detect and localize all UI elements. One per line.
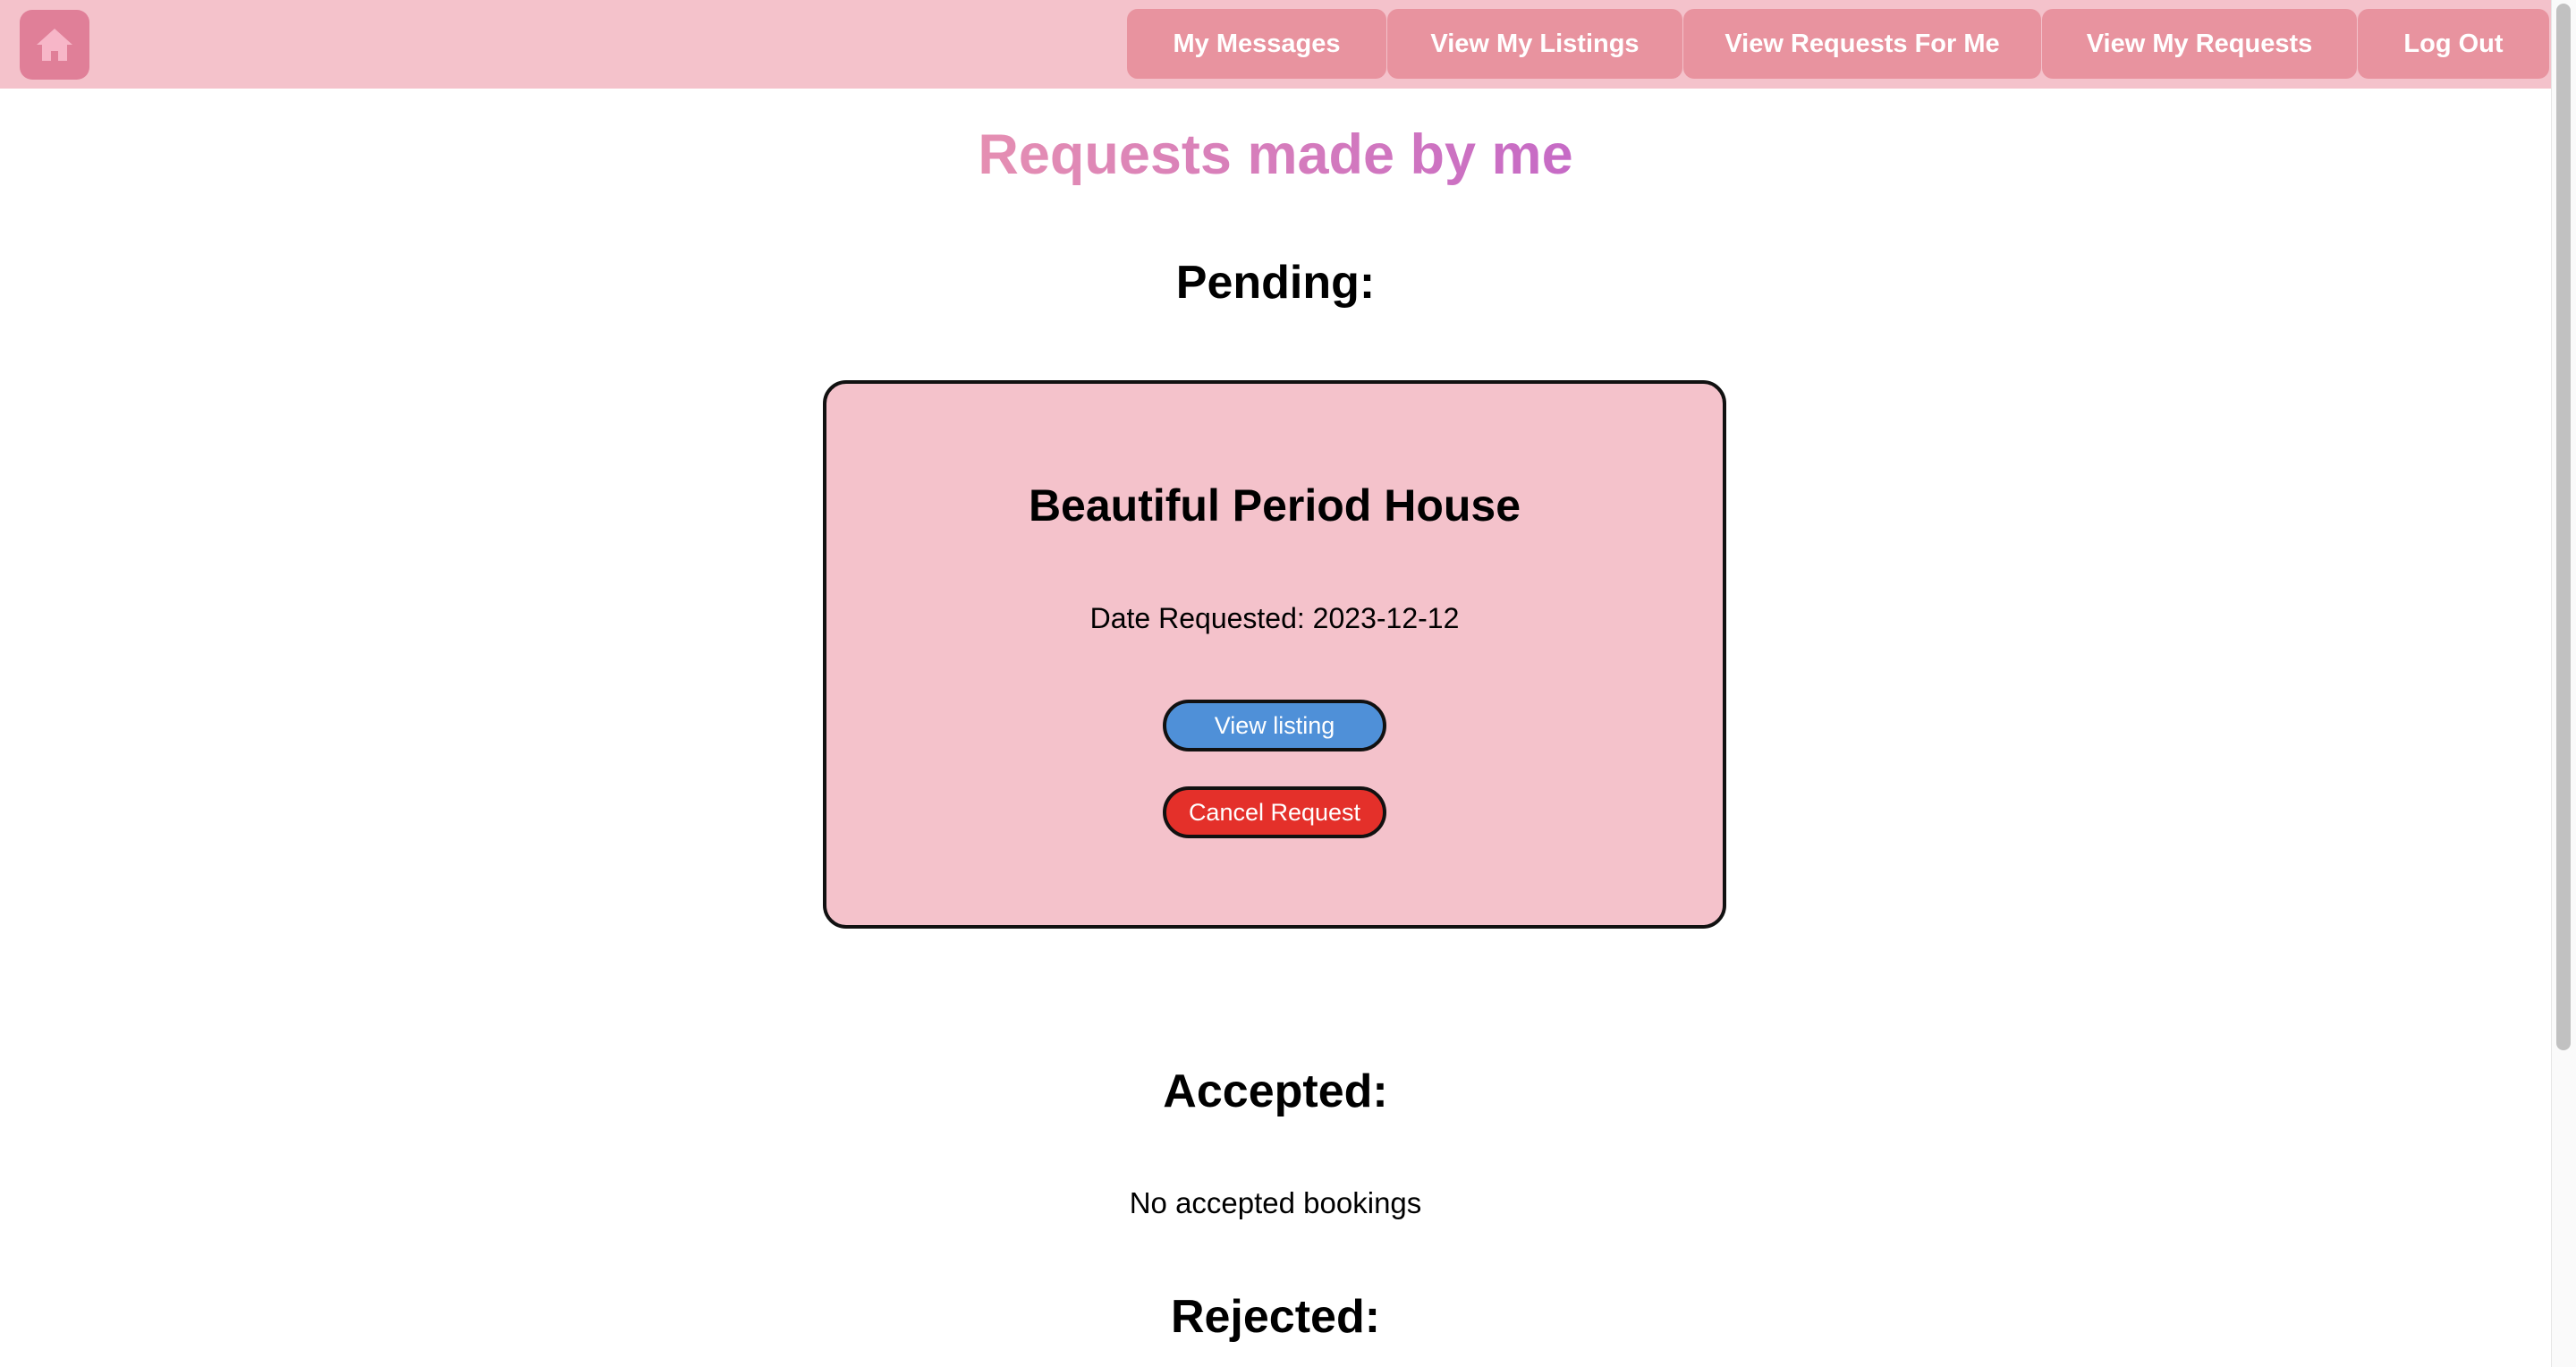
date-requested: Date Requested: 2023-12-12 (826, 600, 1723, 636)
page-viewport: My Messages View My Listings View Reques… (0, 0, 2551, 1367)
accepted-heading: Accepted: (1163, 1066, 1388, 1117)
home-icon (37, 29, 72, 61)
pending-heading: Pending: (1175, 257, 1376, 309)
cancel-request-button[interactable]: Cancel Request (1163, 786, 1386, 838)
rejected-heading: Rejected: (1170, 1291, 1381, 1343)
page-title: Requests made by me (0, 119, 2551, 191)
request-card: Beautiful Period House Date Requested: 2… (823, 380, 1726, 929)
nav-view-requests-for-me-button[interactable]: View Requests For Me (1683, 9, 2041, 79)
nav-my-messages-button[interactable]: My Messages (1127, 9, 1386, 79)
nav-log-out-button[interactable]: Log Out (2358, 9, 2549, 79)
page-title-text: Requests made by me (978, 123, 1573, 186)
scrollbar-thumb[interactable] (2556, 4, 2571, 1050)
nav-view-my-requests-button[interactable]: View My Requests (2042, 9, 2357, 79)
no-accepted-bookings-text: No accepted bookings (1129, 1186, 1422, 1219)
listing-title: Beautiful Period House (1028, 480, 1521, 531)
view-listing-button[interactable]: View listing (1163, 700, 1386, 751)
top-navbar: My Messages View My Listings View Reques… (0, 0, 2551, 89)
home-button[interactable] (20, 10, 89, 80)
nav-view-my-listings-button[interactable]: View My Listings (1387, 9, 1682, 79)
date-requested-label: Date Requested: (1089, 602, 1305, 634)
date-requested-value: 2023-12-12 (1312, 602, 1460, 634)
